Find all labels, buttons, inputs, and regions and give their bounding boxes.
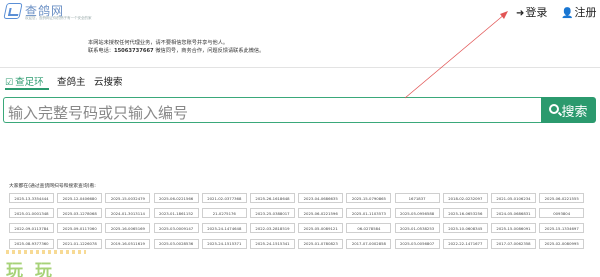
ring-number-tag[interactable]: 2017-07-0062358 bbox=[491, 238, 536, 249]
ring-number-tag[interactable]: 2025-08-9377360 bbox=[9, 238, 54, 249]
watermark: 玩 玩 bbox=[6, 261, 55, 277]
notice-phone-suffix: 微信同号，商务合作，问题反馈请联系此微信。 bbox=[153, 48, 265, 54]
ring-number-tag[interactable]: 2025-24-1515341 bbox=[250, 238, 295, 249]
ring-number-tag[interactable]: 21-0275176 bbox=[201, 208, 247, 219]
ring-number-tag[interactable]: 2023-01-1861152 bbox=[153, 208, 199, 219]
register-link[interactable]: 👤注册 bbox=[561, 4, 596, 20]
ring-number-tag[interactable]: 2025-09-0117060 bbox=[57, 223, 103, 234]
ring-number-tag[interactable]: 2025-02-0080995 bbox=[539, 238, 585, 249]
login-label: 登录 bbox=[525, 6, 548, 19]
ring-number-tag[interactable]: 2025-24-1474648 bbox=[201, 223, 247, 234]
ring-number-tag[interactable]: 2025-10-0608345 bbox=[442, 223, 488, 234]
add-user-icon: 👤 bbox=[561, 8, 574, 19]
tab-search-owner[interactable]: 查鸽主 bbox=[57, 74, 86, 88]
ring-number-tag[interactable]: 2024-05-0686831 bbox=[491, 208, 536, 219]
ring-number-tag[interactable]: 2023-25-0388017 bbox=[250, 208, 295, 219]
ring-number-tag[interactable]: 2021-02-0377368 bbox=[201, 193, 247, 203]
search-icon bbox=[549, 104, 560, 114]
ring-number-tag[interactable]: 2019-16-0511619 bbox=[105, 238, 151, 249]
ring-number-tag[interactable]: 2025-01-0001348 bbox=[9, 208, 54, 219]
active-tab-indicator bbox=[5, 88, 49, 90]
ring-number-tag[interactable]: 2025-13-3354444 bbox=[9, 193, 54, 203]
recent-searches-label: 大家都在(通过查鸽网扫号和搜索查询)看: bbox=[9, 184, 96, 189]
site-logo[interactable]: 查鸽网 欢迎您，查鸽网让你的鸽子有一个安全的家 bbox=[3, 2, 92, 24]
ring-number-tag[interactable]: 2025-06-0221566 bbox=[153, 193, 199, 203]
ring-number-tag[interactable]: 2025-06-0221596 bbox=[298, 208, 344, 219]
ring-number-tag[interactable]: 2025-05-0956588 bbox=[394, 208, 440, 219]
ring-number-tag[interactable]: 2025-01-0538253 bbox=[394, 223, 440, 234]
ring-number-tag[interactable]: 2025-01-0780823 bbox=[298, 238, 344, 249]
logo-slogan: 欢迎您，查鸽网让你的鸽子有一个安全的家 bbox=[25, 16, 92, 20]
ring-number-tag[interactable]: 2021-05-0106234 bbox=[491, 193, 536, 203]
login-link[interactable]: ➜登录 bbox=[516, 4, 547, 20]
ring-number-tag[interactable]: 2023-04-0686635 bbox=[298, 193, 344, 203]
recent-searches: 2025-13-3354444 2025-12-0406680 2025-15-00… bbox=[9, 193, 599, 253]
ring-number-tag[interactable]: 2021-01-1226078 bbox=[57, 238, 103, 249]
site-notice: 本网站未授权任何代理业务，请不要相信您账号并享与他人。 联系电话：1506373… bbox=[88, 39, 264, 55]
ring-number-tag[interactable]: 2025-03-0028536 bbox=[153, 238, 199, 249]
ring-number-tag[interactable]: 2018-02-0232097 bbox=[442, 193, 488, 203]
ring-number-tag[interactable]: 2025-15-0086091 bbox=[491, 223, 536, 234]
ring-number-tag[interactable]: 2025-16-0653256 bbox=[442, 208, 488, 219]
notice-phone-prefix: 联系电话： bbox=[88, 48, 114, 54]
search-button[interactable]: 搜索 bbox=[541, 97, 596, 123]
ring-number-tag[interactable]: 2025-03-0056807 bbox=[394, 238, 440, 249]
search-placeholder: 输入完整号码或只输入编号 bbox=[8, 104, 189, 122]
search-input[interactable]: 输入完整号码或只输入编号 bbox=[3, 97, 542, 123]
ring-number-tag[interactable]: 2022-22-1471677 bbox=[442, 238, 488, 249]
notice-line-2: 联系电话：15063737667 微信同号，商务合作，问题反馈请联系此微信。 bbox=[88, 47, 264, 55]
header-divider bbox=[0, 67, 600, 68]
ring-number-tag[interactable]: 2017-07-0002858 bbox=[346, 238, 392, 249]
ring-number-tag[interactable]: 0093804 bbox=[539, 208, 585, 219]
tab-search-ring[interactable]: ☑ 查足环 bbox=[5, 74, 44, 88]
ring-number-tag[interactable]: 2025-26-1618648 bbox=[250, 193, 295, 203]
ring-number-tag[interactable]: 2024-01-3013114 bbox=[105, 208, 151, 219]
ring-number-tag[interactable]: 2025-06-0221555 bbox=[539, 193, 585, 203]
checkbox-icon: ☑ bbox=[5, 78, 14, 88]
ring-number-tag[interactable]: 2025-03-1278068 bbox=[57, 208, 103, 219]
tab-search-ring-label: 查足环 bbox=[15, 77, 44, 88]
login-icon: ➜ bbox=[516, 8, 525, 19]
tab-cloud-search[interactable]: 云搜索 bbox=[94, 74, 123, 88]
watermark-decoration bbox=[6, 250, 86, 254]
logo-icon bbox=[3, 3, 23, 19]
ring-number-tag[interactable]: 2025-16-0065169 bbox=[105, 223, 151, 234]
register-label: 注册 bbox=[574, 6, 597, 19]
ring-number-tag[interactable]: 2025-15-0790865 bbox=[346, 193, 392, 203]
ring-number-tag[interactable]: 2025-12-0406680 bbox=[57, 193, 103, 203]
ring-number-tag[interactable]: 2025-24-1515371 bbox=[201, 238, 247, 249]
ring-number-tag[interactable]: 2025-03-0009147 bbox=[153, 223, 199, 234]
notice-line-1: 本网站未授权任何代理业务，请不要相信您账号并享与他人。 bbox=[88, 40, 229, 46]
ring-number-tag[interactable]: 2022-03-2818519 bbox=[250, 223, 295, 234]
search-button-label: 搜索 bbox=[561, 104, 588, 120]
ring-number-tag[interactable]: 2022-09-0113784 bbox=[9, 223, 54, 234]
notice-phone: 15063737667 bbox=[113, 48, 154, 54]
ring-number-tag[interactable]: 2025-15-1334697 bbox=[539, 223, 585, 234]
ring-number-tag[interactable]: 2025-05-0089121 bbox=[298, 223, 344, 234]
ring-number-tag[interactable]: 2025-01-1103573 bbox=[346, 208, 392, 219]
ring-number-tag[interactable]: 2025-15-0032479 bbox=[105, 193, 151, 203]
ring-number-tag[interactable]: 1671837 bbox=[394, 193, 440, 203]
ring-number-tag[interactable]: 06-0278584 bbox=[346, 223, 392, 234]
